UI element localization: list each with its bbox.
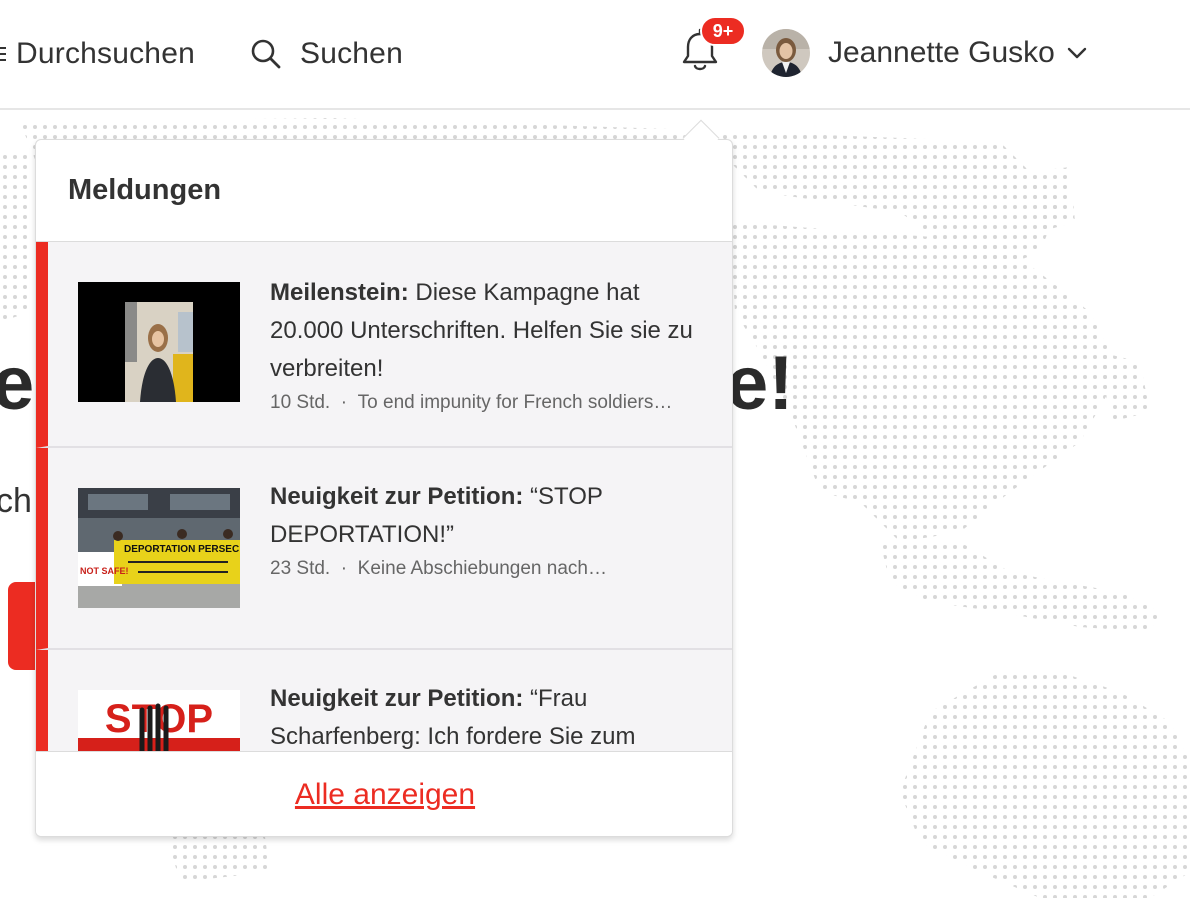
notifications-dropdown: Meldungen Meilenstein: Diese Kampagne ha… (35, 139, 733, 837)
browse-label: Durchsuchen (16, 37, 195, 70)
search-label: Suchen (300, 37, 403, 70)
chevron-down-icon (1067, 47, 1087, 59)
notification-label: Neuigkeit zur Petition: (270, 685, 524, 712)
notification-meta: 23 Std. · Keine Abschiebungen nach… (270, 558, 710, 580)
notification-headline: Neuigkeit zur Petition: “STOP DEPORTATIO… (270, 478, 710, 554)
notification-meta: 10 Std. · To end impunity for French sol… (270, 392, 710, 414)
hero-headline-fragment-left: e (0, 341, 35, 426)
notifications-title: Meldungen (68, 174, 222, 206)
notification-count-badge: 9+ (700, 16, 746, 46)
hero-subline-fragment: ch (0, 482, 32, 520)
notification-label: Meilenstein: (270, 279, 409, 306)
stop-sign-thumbnail: STOP (78, 690, 240, 751)
notification-text: Neuigkeit zur Petition: “Frau Scharfenbe… (270, 680, 710, 751)
notification-headline: Neuigkeit zur Petition: “Frau Scharfenbe… (270, 680, 710, 751)
notifications-footer: Alle anzeigen (36, 751, 732, 836)
avatar (762, 29, 810, 77)
show-all-link[interactable]: Alle anzeigen (295, 778, 475, 812)
user-menu[interactable]: Jeannette Gusko (762, 28, 1087, 78)
notification-text: Neuigkeit zur Petition: “STOP DEPORTATIO… (270, 478, 710, 580)
notification-context: To end impunity for French soldiers… (357, 392, 673, 413)
top-navigation-bar: Durchsuchen Suchen 9+ Jeannette Gusko (0, 0, 1190, 110)
browse-nav-item[interactable]: Durchsuchen (0, 32, 195, 76)
notification-headline: Meilenstein: Diese Kampagne hat 20.000 U… (270, 274, 710, 388)
video-thumbnail (78, 282, 240, 402)
meta-separator: · (340, 558, 348, 579)
notification-item[interactable]: DEPORTATION PERSEC NOT SAFE! Neuigkeit z… (36, 448, 732, 650)
notification-time: 10 Std. (270, 392, 331, 413)
search-icon (251, 39, 281, 69)
hero-headline-fragment-right: e! (726, 341, 794, 426)
notification-text: Meilenstein: Diese Kampagne hat 20.000 U… (270, 274, 710, 414)
notification-item[interactable]: Meilenstein: Diese Kampagne hat 20.000 U… (36, 242, 732, 448)
search-nav-item[interactable]: Suchen (250, 32, 403, 76)
meta-separator: · (340, 392, 348, 413)
user-name: Jeannette Gusko (828, 36, 1055, 69)
protest-photo-thumbnail: DEPORTATION PERSEC NOT SAFE! (78, 488, 240, 608)
notifications-list[interactable]: Meilenstein: Diese Kampagne hat 20.000 U… (36, 241, 732, 751)
menu-icon (0, 47, 6, 61)
notification-context: Keine Abschiebungen nach… (357, 558, 607, 579)
notification-item[interactable]: STOP Neuigkeit zur Petition: “Frau Schar… (36, 650, 732, 751)
banner-side-text: NOT SAFE! (80, 566, 129, 576)
notification-time: 23 Std. (270, 558, 331, 579)
notification-label: Neuigkeit zur Petition: (270, 483, 524, 510)
banner-text: DEPORTATION PERSEC (124, 544, 239, 555)
